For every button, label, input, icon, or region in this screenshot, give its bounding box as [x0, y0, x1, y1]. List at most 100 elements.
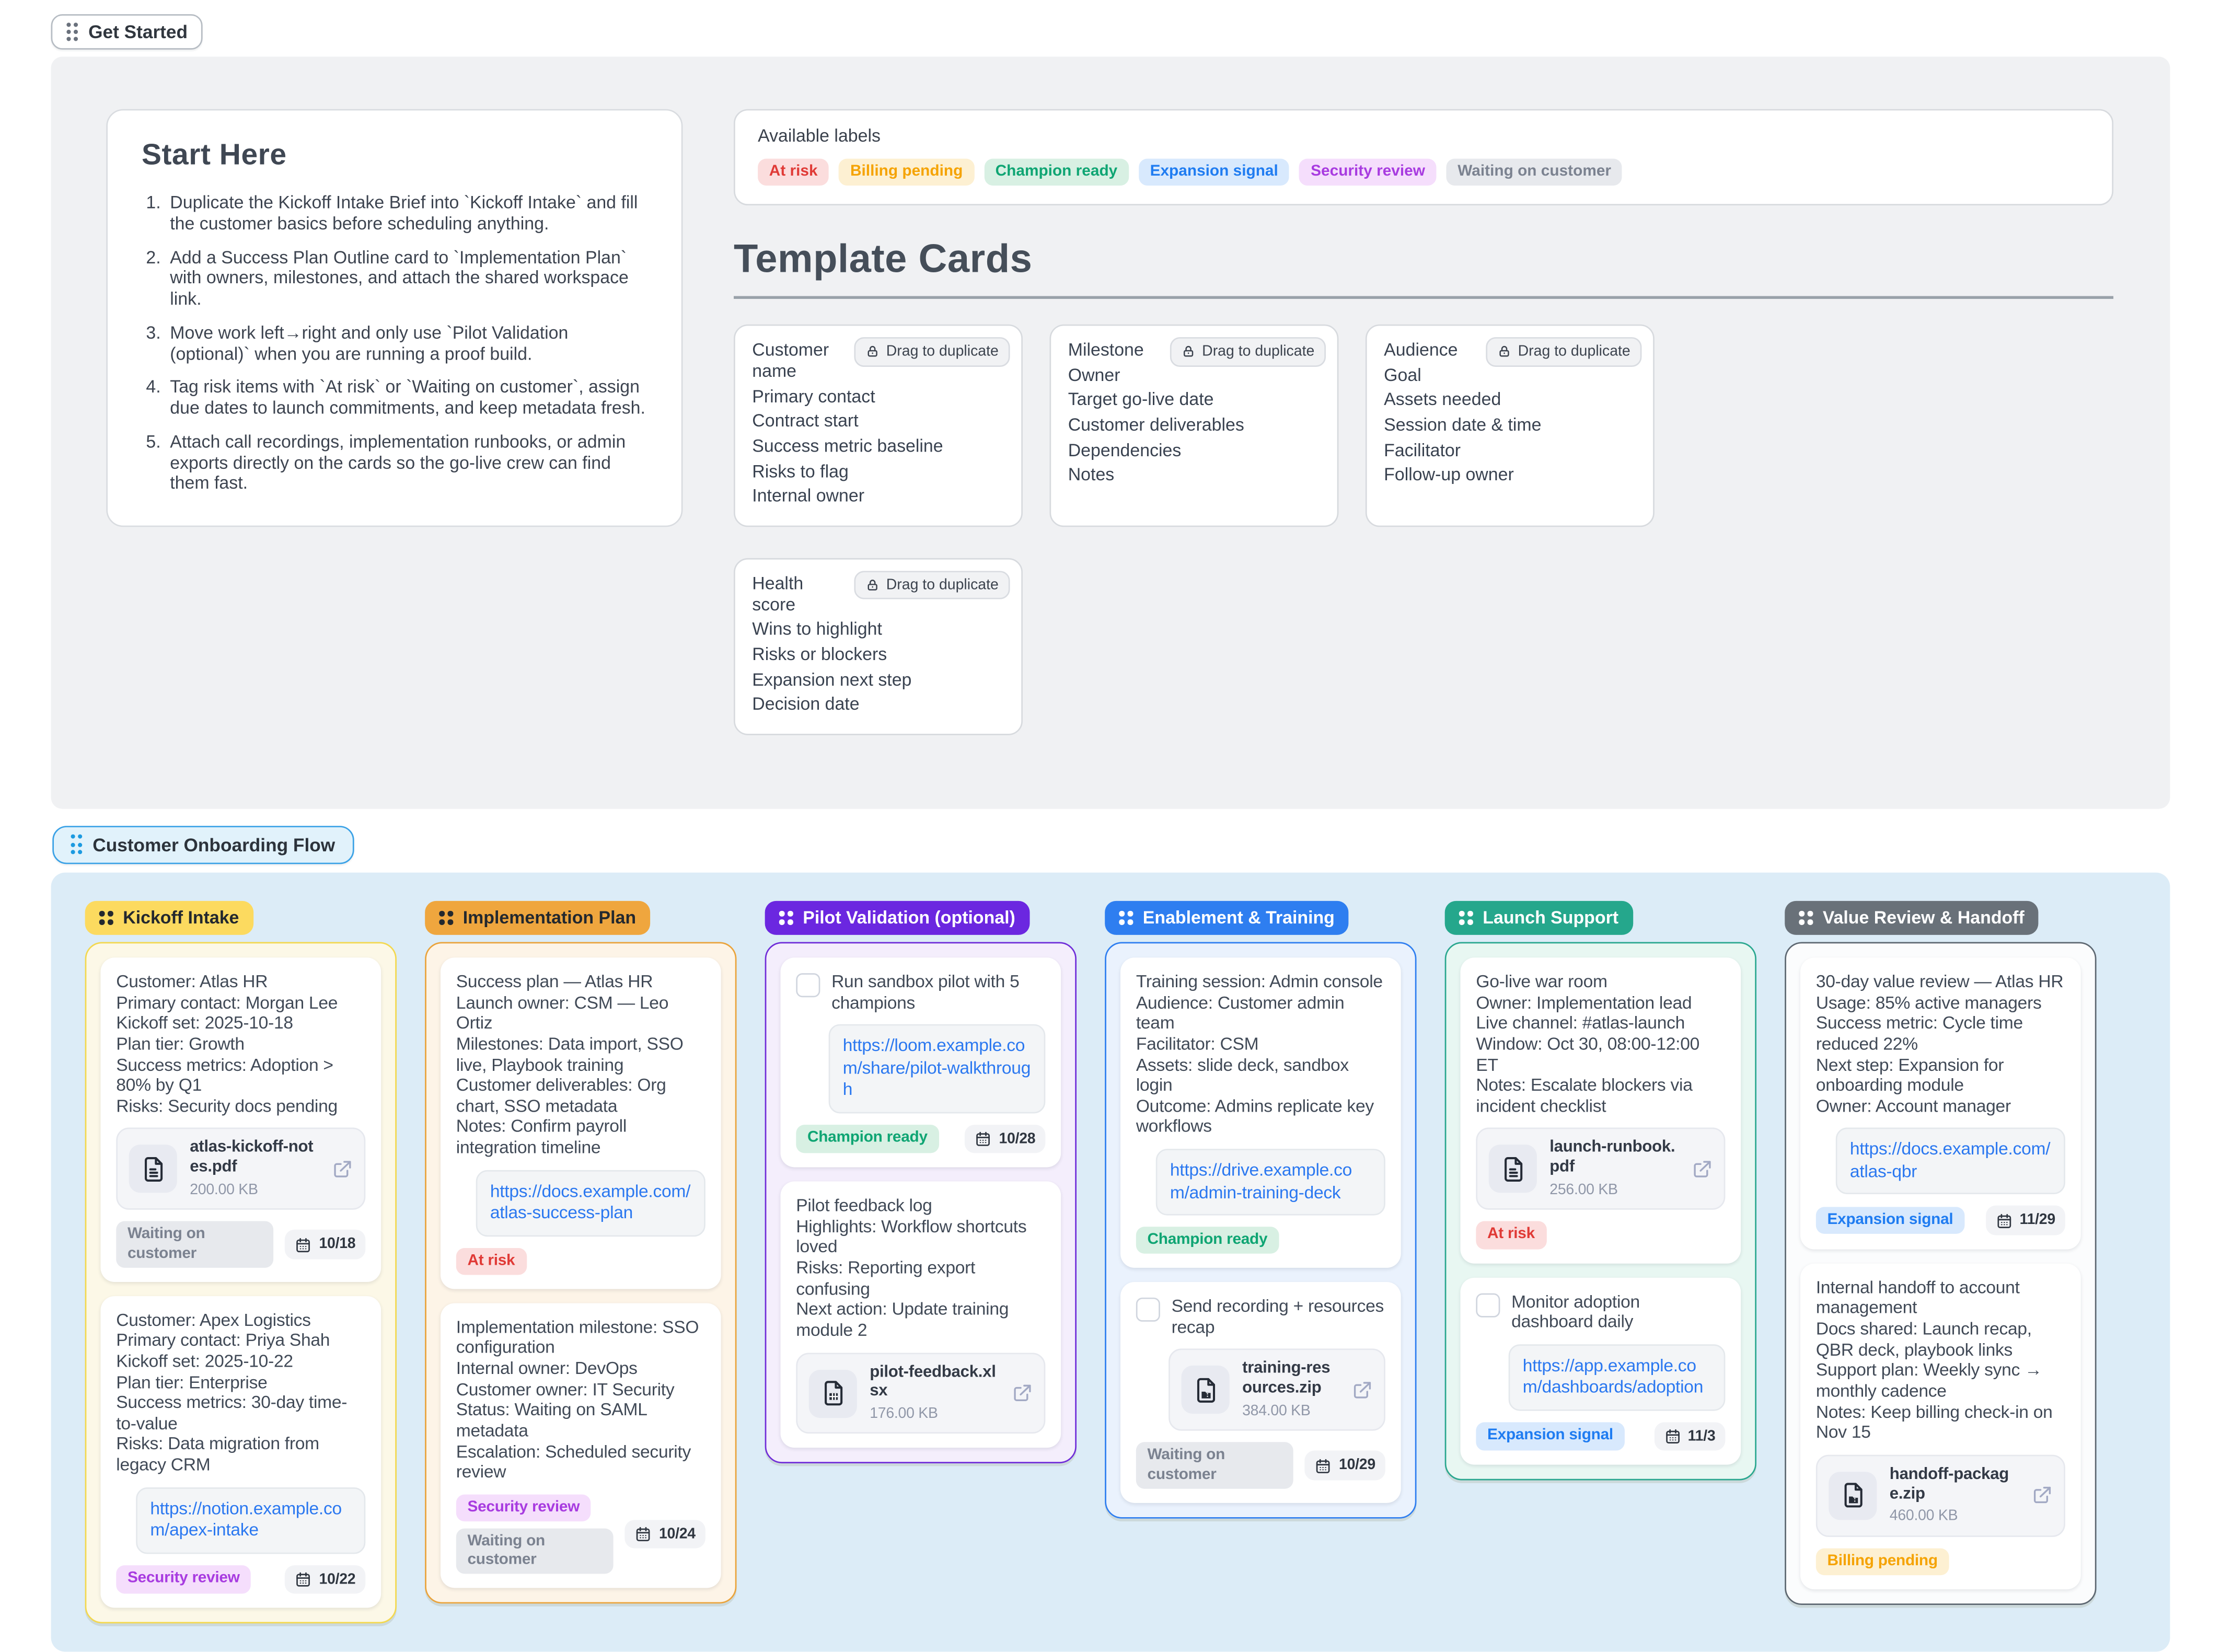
card-link[interactable]: https://loom.example.com/share/pilot-wal…	[829, 1024, 1046, 1113]
column-header-pill[interactable]: Kickoff Intake	[85, 901, 253, 935]
due-date-chip[interactable]: 11/29	[1986, 1206, 2065, 1235]
flow-title-chip[interactable]: Customer Onboarding Flow	[52, 825, 353, 863]
drag-to-duplicate-button[interactable]: Drag to duplicate	[1485, 338, 1641, 367]
card-label-chip[interactable]: Security review	[116, 1566, 251, 1593]
card-link[interactable]: https://drive.example.com/admin-training…	[1156, 1149, 1385, 1215]
open-external-button[interactable]	[1011, 1382, 1033, 1404]
card-footer: Billing pending	[1816, 1548, 2065, 1575]
available-label-chip[interactable]: Expansion signal	[1139, 159, 1290, 186]
file-type-tile	[1829, 1472, 1877, 1520]
card-label-chip[interactable]: Expansion signal	[1816, 1207, 1964, 1234]
get-started-chip[interactable]: Get Started	[51, 14, 203, 50]
due-date-label: 10/24	[659, 1526, 696, 1543]
card-line: Pilot feedback log	[796, 1196, 1045, 1217]
card-label-chip[interactable]: Champion ready	[1136, 1227, 1279, 1254]
template-card-line: Notes	[1068, 465, 1320, 486]
card-footer: Waiting on customer 10/18	[116, 1221, 365, 1267]
column-name: Pilot Validation (optional)	[803, 908, 1015, 928]
open-external-button[interactable]	[1351, 1380, 1373, 1401]
column-header-pill[interactable]: Implementation Plan	[425, 901, 650, 935]
card-label-chip[interactable]: At risk	[456, 1247, 526, 1275]
drag-to-duplicate-button[interactable]: Drag to duplicate	[1170, 338, 1326, 367]
column-header-pill[interactable]: Value Review & Handoff	[1785, 901, 2039, 935]
card-text: Go-live war roomOwner: Implementation le…	[1476, 972, 1725, 1116]
card-label-chip[interactable]: Waiting on customer	[116, 1221, 273, 1267]
column-header-pill[interactable]: Enablement & Training	[1105, 901, 1349, 935]
card-label-chip[interactable]: At risk	[1476, 1221, 1546, 1249]
available-label-chip[interactable]: Waiting on customer	[1447, 159, 1623, 186]
template-card[interactable]: Drag to duplicateCustomer namePrimary co…	[734, 325, 1023, 526]
attachment-chip[interactable]: pilot-feedback.xlsx176.00 KB	[796, 1352, 1045, 1434]
card-link[interactable]: https://docs.example.com/atlas-success-p…	[476, 1170, 705, 1236]
card-label-chip[interactable]: Waiting on customer	[456, 1529, 614, 1575]
getting-started-panel: Start Here Duplicate the Kickoff Intake …	[51, 56, 2170, 808]
due-date-chip[interactable]: 11/3	[1654, 1422, 1726, 1451]
board-card[interactable]: Monitor adoption dashboard daily https://…	[1461, 1277, 1741, 1465]
column-header-pill[interactable]: Pilot Validation (optional)	[765, 901, 1029, 935]
available-label-chip[interactable]: Billing pending	[839, 159, 974, 186]
drag-to-duplicate-button[interactable]: Drag to duplicate	[853, 571, 1010, 600]
due-date-label: 10/18	[319, 1236, 355, 1254]
attachment-chip[interactable]: handoff-package.zip460.00 KB	[1816, 1454, 2065, 1537]
board-card[interactable]: Training session: Admin consoleAudience:…	[1120, 957, 1401, 1268]
due-date-chip[interactable]: 10/22	[285, 1565, 365, 1593]
checkbox[interactable]	[1136, 1298, 1160, 1322]
available-label-chip[interactable]: Champion ready	[984, 159, 1129, 186]
card-line: Notes: Confirm payroll integration timel…	[456, 1117, 705, 1158]
board-card[interactable]: Send recording + resources recaptraining…	[1120, 1283, 1401, 1503]
board-card[interactable]: Customer: Atlas HRPrimary contact: Morga…	[100, 957, 381, 1281]
card-link[interactable]: https://docs.example.com/atlas-qbr	[1836, 1128, 2065, 1195]
drag-handle-icon	[71, 835, 83, 854]
open-external-button[interactable]	[1691, 1159, 1713, 1180]
card-link[interactable]: https://app.example.com/dashboards/adopt…	[1509, 1344, 1726, 1411]
board-card[interactable]: Implementation milestone: SSO configurat…	[441, 1303, 721, 1588]
card-line: Success metrics: 30-day time-to-value	[116, 1393, 365, 1434]
get-started-label: Get Started	[88, 21, 188, 43]
template-cards-row-2: Drag to duplicateHealth scoreWins to hig…	[734, 558, 2113, 735]
open-external-button[interactable]	[2031, 1485, 2053, 1506]
file-sheet-icon	[819, 1380, 846, 1406]
file-zip-icon	[1840, 1482, 1866, 1509]
due-date-chip[interactable]: 10/28	[965, 1125, 1045, 1153]
card-label-chip[interactable]: Security review	[456, 1494, 591, 1521]
board-card[interactable]: Customer: Apex LogisticsPrimary contact:…	[100, 1296, 381, 1608]
due-date-chip[interactable]: 10/24	[625, 1520, 705, 1549]
card-label-chip[interactable]: Billing pending	[1816, 1548, 1949, 1575]
card-line: Success metrics: Adoption > 80% by Q1	[116, 1055, 365, 1096]
card-label-chip[interactable]: Waiting on customer	[1136, 1442, 1293, 1488]
board-card[interactable]: Run sandbox pilot with 5 championshttps:…	[780, 957, 1061, 1167]
template-card[interactable]: Drag to duplicateMilestoneOwnerTarget go…	[1049, 325, 1338, 526]
template-card[interactable]: Drag to duplicateAudienceGoalAssets need…	[1366, 325, 1655, 526]
available-label-chip[interactable]: Security review	[1299, 159, 1436, 186]
card-line: Success metric: Cycle time reduced 22%	[1816, 1013, 2065, 1055]
board-card[interactable]: Success plan — Atlas HRLaunch owner: CSM…	[441, 957, 721, 1289]
due-date-chip[interactable]: 10/29	[1305, 1451, 1385, 1480]
checkbox[interactable]	[1476, 1292, 1500, 1316]
attachment-size: 200.00 KB	[190, 1182, 319, 1199]
card-label-chip[interactable]: Champion ready	[796, 1125, 939, 1152]
card-line: Owner: Account manager	[1816, 1096, 2065, 1117]
board-column-gray: Value Review & Handoff 30-day value revie…	[1785, 898, 2096, 1605]
due-date-chip[interactable]: 10/18	[285, 1230, 365, 1259]
checkbox[interactable]	[796, 973, 820, 997]
card-label-chip[interactable]: Expansion signal	[1476, 1423, 1624, 1450]
card-text: Internal handoff to account managementDo…	[1816, 1277, 2065, 1443]
open-external-button[interactable]	[331, 1159, 353, 1180]
drag-to-duplicate-button[interactable]: Drag to duplicate	[853, 338, 1010, 367]
attachment-chip[interactable]: launch-runbook.pdf256.00 KB	[1476, 1128, 1725, 1210]
card-link[interactable]: https://notion.example.com/apex-intake	[136, 1487, 365, 1553]
available-label-chip[interactable]: At risk	[758, 159, 829, 186]
attachment-chip[interactable]: atlas-kickoff-notes.pdf200.00 KB	[116, 1128, 365, 1210]
attachment-meta: pilot-feedback.xlsx176.00 KB	[870, 1364, 999, 1423]
attachment-chip[interactable]: training-resources.zip384.00 KB	[1169, 1349, 1385, 1431]
checklist-row: Monitor adoption dashboard daily	[1476, 1291, 1725, 1333]
column-body: Customer: Atlas HRPrimary contact: Morga…	[85, 942, 397, 1624]
board-card[interactable]: 30-day value review — Atlas HRUsage: 85%…	[1800, 957, 2081, 1249]
column-header-pill[interactable]: Launch Support	[1445, 901, 1633, 935]
lock-icon	[865, 345, 879, 359]
card-line: Internal handoff to account management	[1816, 1277, 2065, 1319]
board-card[interactable]: Pilot feedback logHighlights: Workflow s…	[780, 1182, 1061, 1449]
board-card[interactable]: Go-live war roomOwner: Implementation le…	[1461, 957, 1741, 1263]
board-card[interactable]: Internal handoff to account managementDo…	[1800, 1263, 2081, 1589]
template-card[interactable]: Drag to duplicateHealth scoreWins to hig…	[734, 558, 1023, 735]
